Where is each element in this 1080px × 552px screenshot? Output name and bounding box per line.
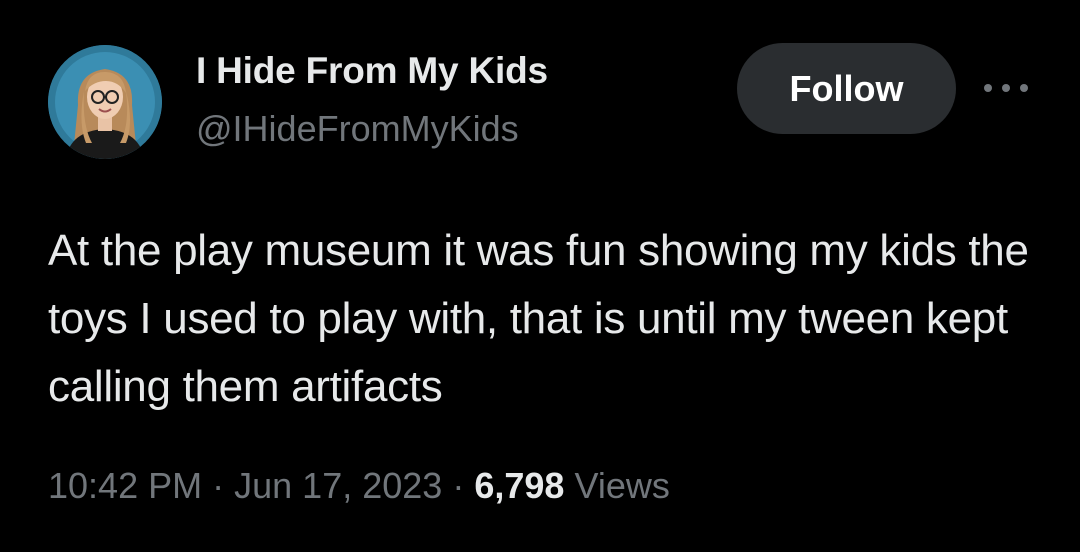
avatar-illustration [48,45,162,159]
meta-separator: · [452,465,465,506]
follow-button[interactable]: Follow [737,43,956,134]
meta-separator: · [212,465,225,506]
tweet-meta: 10:42 PM · Jun 17, 2023 · 6,798 Views [48,465,670,507]
more-dot [1020,84,1028,92]
more-options-icon[interactable] [984,78,1028,98]
views-count: 6,798 [474,465,565,506]
more-dot [984,84,992,92]
display-name[interactable]: I Hide From My Kids [196,50,548,92]
tweet-date[interactable]: Jun 17, 2023 [234,465,442,506]
tweet-card: I Hide From My Kids @IHideFromMyKids Fol… [0,0,1080,552]
tweet-time[interactable]: 10:42 PM [48,465,202,506]
tweet-text: At the play museum it was fun showing my… [48,226,1029,411]
user-handle[interactable]: @IHideFromMyKids [196,108,519,150]
more-dot [1002,84,1010,92]
views-label: Views [574,465,670,506]
avatar[interactable] [48,45,162,159]
